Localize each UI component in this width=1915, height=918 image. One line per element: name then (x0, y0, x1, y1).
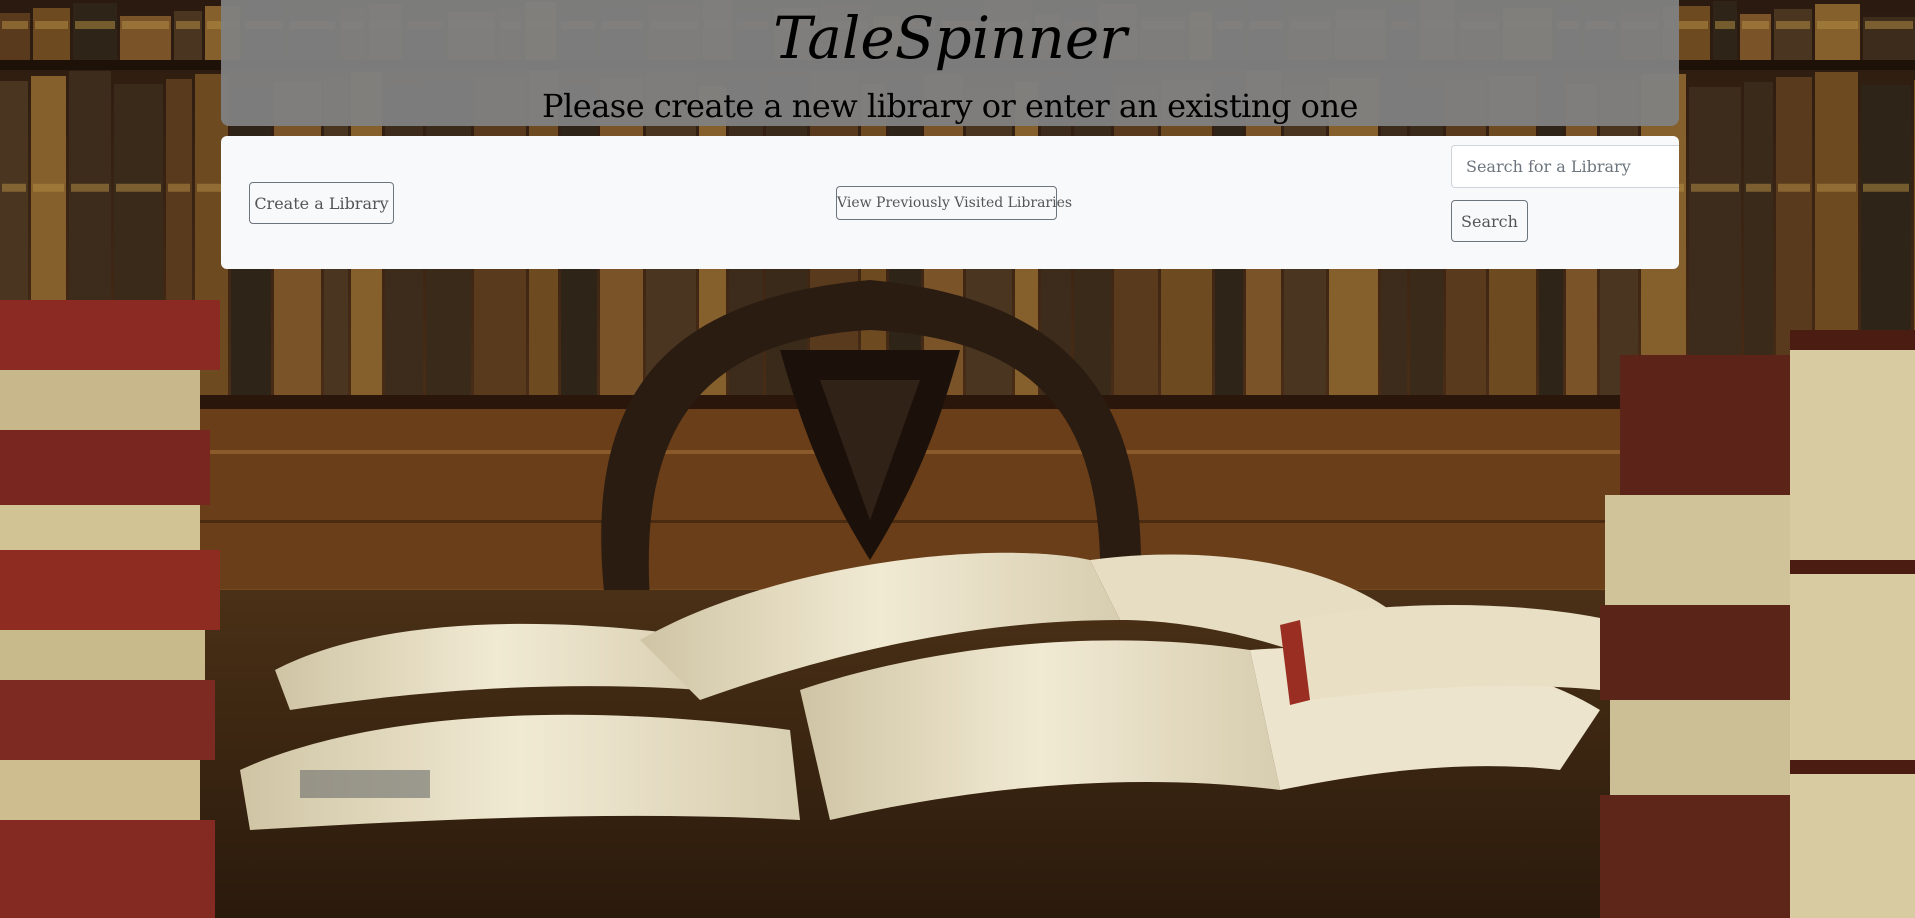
view-visited-libraries-button[interactable]: View Previously Visited Libraries (836, 186, 1072, 220)
book-spine-band (176, 21, 200, 29)
book-spine-band (2, 21, 28, 29)
header-banner: TaleSpinner Please create a new library … (221, 0, 1679, 126)
book-spine-band (168, 183, 190, 192)
book-spine-band (1817, 183, 1856, 192)
book-spine-band (1817, 21, 1858, 29)
book-spine (73, 3, 117, 60)
left-book-stack (0, 300, 220, 918)
book-spine-band (35, 21, 68, 29)
book-spine-band (1742, 21, 1769, 29)
book-spine-band (116, 183, 161, 192)
book-spine (1740, 14, 1771, 60)
search-button[interactable]: Search (1451, 200, 1528, 242)
book-spine (174, 11, 202, 60)
book-spine-band (1865, 21, 1913, 29)
book-spine-band (2, 183, 26, 192)
book-spine-band (1863, 183, 1909, 192)
book-spine (33, 8, 70, 60)
book-spine-band (1715, 21, 1735, 29)
book-spine-band (1691, 183, 1739, 192)
app-title: TaleSpinner (773, 4, 1127, 72)
book-spine (1744, 82, 1773, 395)
book-spine-band (1778, 183, 1810, 192)
book-spine (1689, 87, 1741, 395)
right-book-stack (1600, 330, 1915, 918)
library-action-bar: Create a Library View Previously Visited… (221, 136, 1679, 269)
book-spine-band (71, 183, 109, 192)
book-spine-band (1746, 183, 1771, 192)
book-spine (1713, 1, 1737, 60)
book-spine (1815, 4, 1860, 60)
book-spine (1774, 9, 1812, 60)
book-spine-band (122, 21, 169, 29)
page-subtitle: Please create a new library or enter an … (542, 87, 1358, 125)
book-spine-band (33, 183, 64, 192)
library-search-input[interactable] (1451, 145, 1679, 188)
create-library-button[interactable]: Create a Library (249, 182, 394, 224)
book-spine (0, 13, 30, 60)
book-spine-band (1776, 21, 1810, 29)
book-spine-band (75, 21, 115, 29)
